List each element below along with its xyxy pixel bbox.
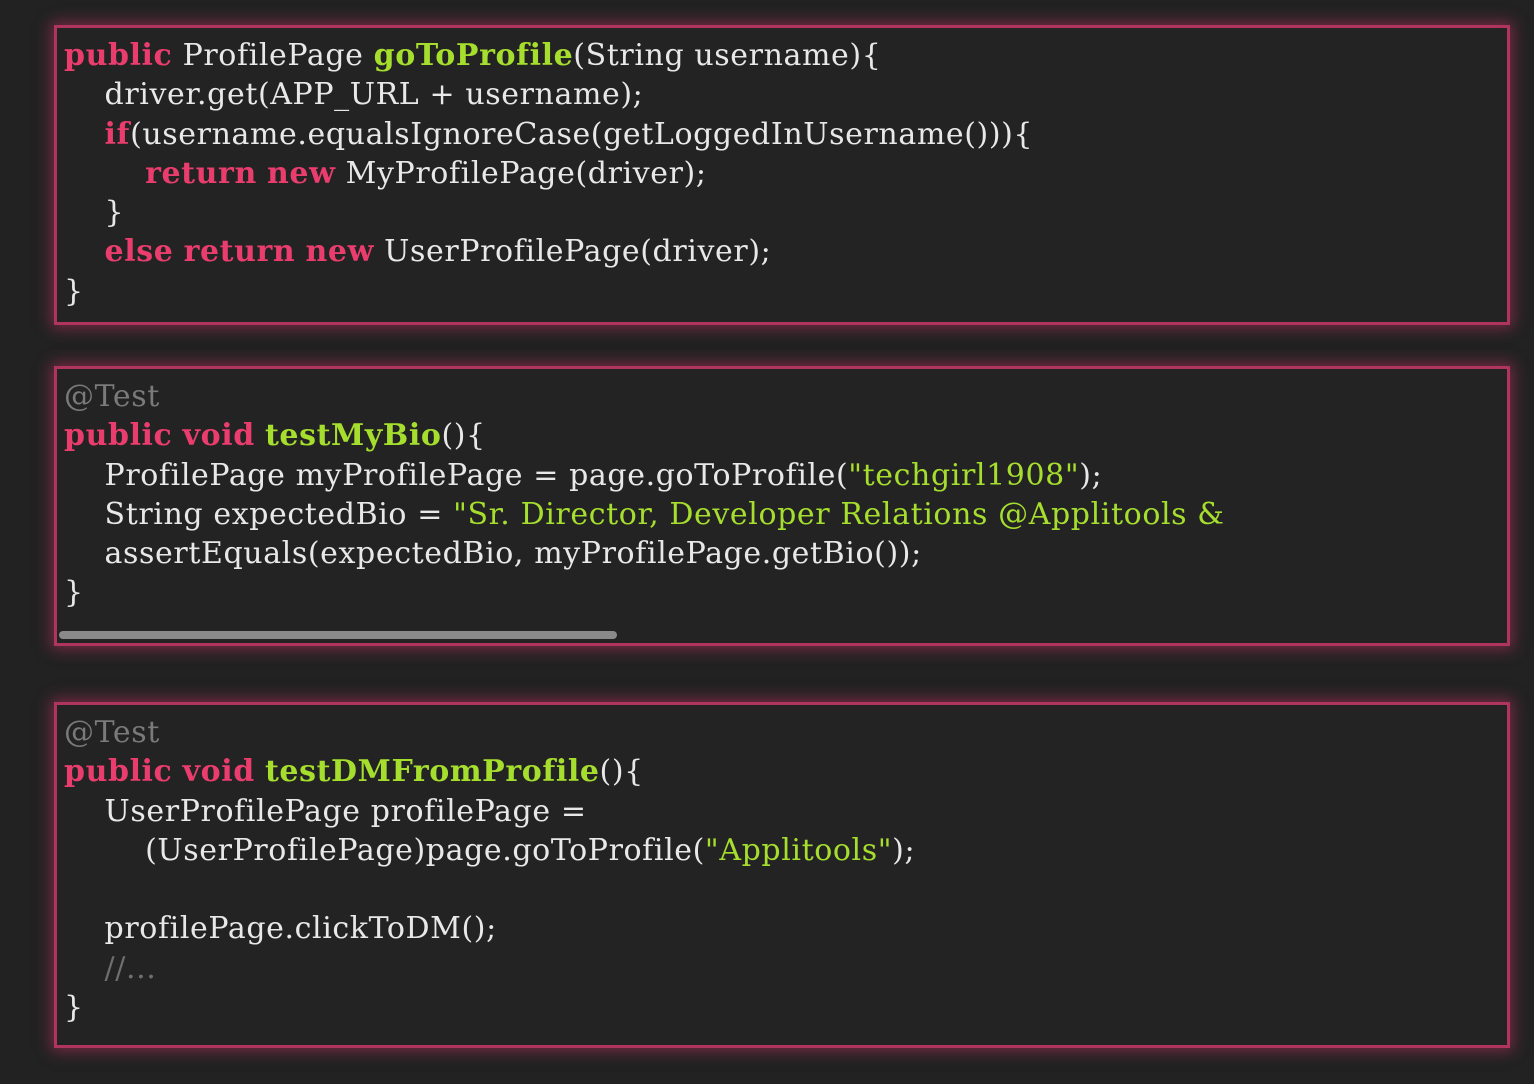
code-text: (username.equalsIgnoreCase(getLoggedInUs… xyxy=(130,116,1034,152)
keyword-token: new xyxy=(267,155,336,191)
code-block: @Test public void testMyBio(){ ProfilePag… xyxy=(64,377,1225,613)
code-text: ); xyxy=(892,832,916,868)
code-line: if(username.equalsIgnoreCase(getLoggedIn… xyxy=(64,115,1033,154)
string-literal-token: "Applitools" xyxy=(704,832,893,868)
code-panel-test-dm-from-profile: @Test public void testDMFromProfile(){ Us… xyxy=(54,702,1510,1048)
code-line: } xyxy=(64,272,1033,311)
code-line: } xyxy=(64,573,1225,612)
keyword-token: new xyxy=(305,234,375,270)
keyword-token: public xyxy=(64,754,173,790)
keyword-token: public xyxy=(64,38,173,73)
keyword-token: void xyxy=(182,754,255,790)
code-line: } xyxy=(64,988,915,1027)
code-text: UserProfilePage(driver); xyxy=(374,234,772,270)
annotation-token: @Test xyxy=(64,715,160,750)
method-name-token: testMyBio xyxy=(264,418,442,454)
method-name-token: goToProfile xyxy=(373,38,574,73)
code-text: ); xyxy=(1079,457,1103,493)
horizontal-scrollbar[interactable] xyxy=(57,631,1507,639)
code-text: } xyxy=(64,575,84,611)
keyword-token: void xyxy=(182,418,255,454)
keyword-token: return xyxy=(145,155,257,191)
code-text: } xyxy=(64,273,84,309)
code-text: driver.get(APP_URL + username); xyxy=(64,77,644,113)
code-text: (){ xyxy=(599,754,644,790)
string-literal-token: "Sr. Director, Developer Relations @Appl… xyxy=(453,496,1225,532)
code-text: ProfilePage myProfilePage = page.goToPro… xyxy=(64,457,849,493)
code-panel-test-my-bio: @Test public void testMyBio(){ ProfilePag… xyxy=(54,366,1510,646)
annotation-token: @Test xyxy=(64,379,160,414)
code-block: public ProfilePage goToProfile(String us… xyxy=(64,36,1033,311)
code-text: ProfilePage xyxy=(172,38,374,73)
comment-token: //... xyxy=(104,950,157,986)
keyword-token: else xyxy=(104,234,174,270)
scrollbar-thumb[interactable] xyxy=(59,631,617,639)
code-line: @Test xyxy=(64,713,915,752)
code-text: profilePage.clickToDM(); xyxy=(64,911,497,947)
code-line: UserProfilePage profilePage = xyxy=(64,792,915,831)
code-text: } xyxy=(64,195,125,231)
code-line: //... xyxy=(64,949,915,988)
method-name-token: testDMFromProfile xyxy=(264,754,600,790)
code-line: public ProfilePage goToProfile(String us… xyxy=(64,36,1033,75)
code-text: (String username){ xyxy=(573,38,882,73)
code-text: (UserProfilePage)page.goToProfile( xyxy=(64,832,705,868)
code-text: } xyxy=(64,990,84,1026)
code-line: (UserProfilePage)page.goToProfile("Appli… xyxy=(64,831,915,870)
code-line: return new MyProfilePage(driver); xyxy=(64,154,1033,193)
code-line: String expectedBio = "Sr. Director, Deve… xyxy=(64,495,1225,534)
code-line: driver.get(APP_URL + username); xyxy=(64,75,1033,114)
keyword-token: public xyxy=(64,418,173,454)
code-line: public void testMyBio(){ xyxy=(64,416,1225,455)
keyword-token: if xyxy=(104,116,131,152)
code-line: profilePage.clickToDM(); xyxy=(64,909,915,948)
code-line: @Test xyxy=(64,377,1225,416)
code-line: ProfilePage myProfilePage = page.goToPro… xyxy=(64,456,1225,495)
code-text: String expectedBio = xyxy=(64,496,454,532)
code-block: @Test public void testDMFromProfile(){ Us… xyxy=(64,713,915,1027)
code-text: MyProfilePage(driver); xyxy=(335,155,707,191)
code-panel-go-to-profile: public ProfilePage goToProfile(String us… xyxy=(54,25,1510,325)
keyword-token: return xyxy=(183,234,296,270)
string-literal-token: "techgirl1908" xyxy=(848,457,1080,493)
code-text: UserProfilePage profilePage = xyxy=(64,793,587,829)
code-line: assertEquals(expectedBio, myProfilePage.… xyxy=(64,534,1225,573)
code-text: assertEquals(expectedBio, myProfilePage.… xyxy=(64,536,922,572)
code-line: else return new UserProfilePage(driver); xyxy=(64,232,1033,271)
code-text: (){ xyxy=(441,418,486,454)
code-line: } xyxy=(64,193,1033,232)
code-line: public void testDMFromProfile(){ xyxy=(64,752,915,791)
